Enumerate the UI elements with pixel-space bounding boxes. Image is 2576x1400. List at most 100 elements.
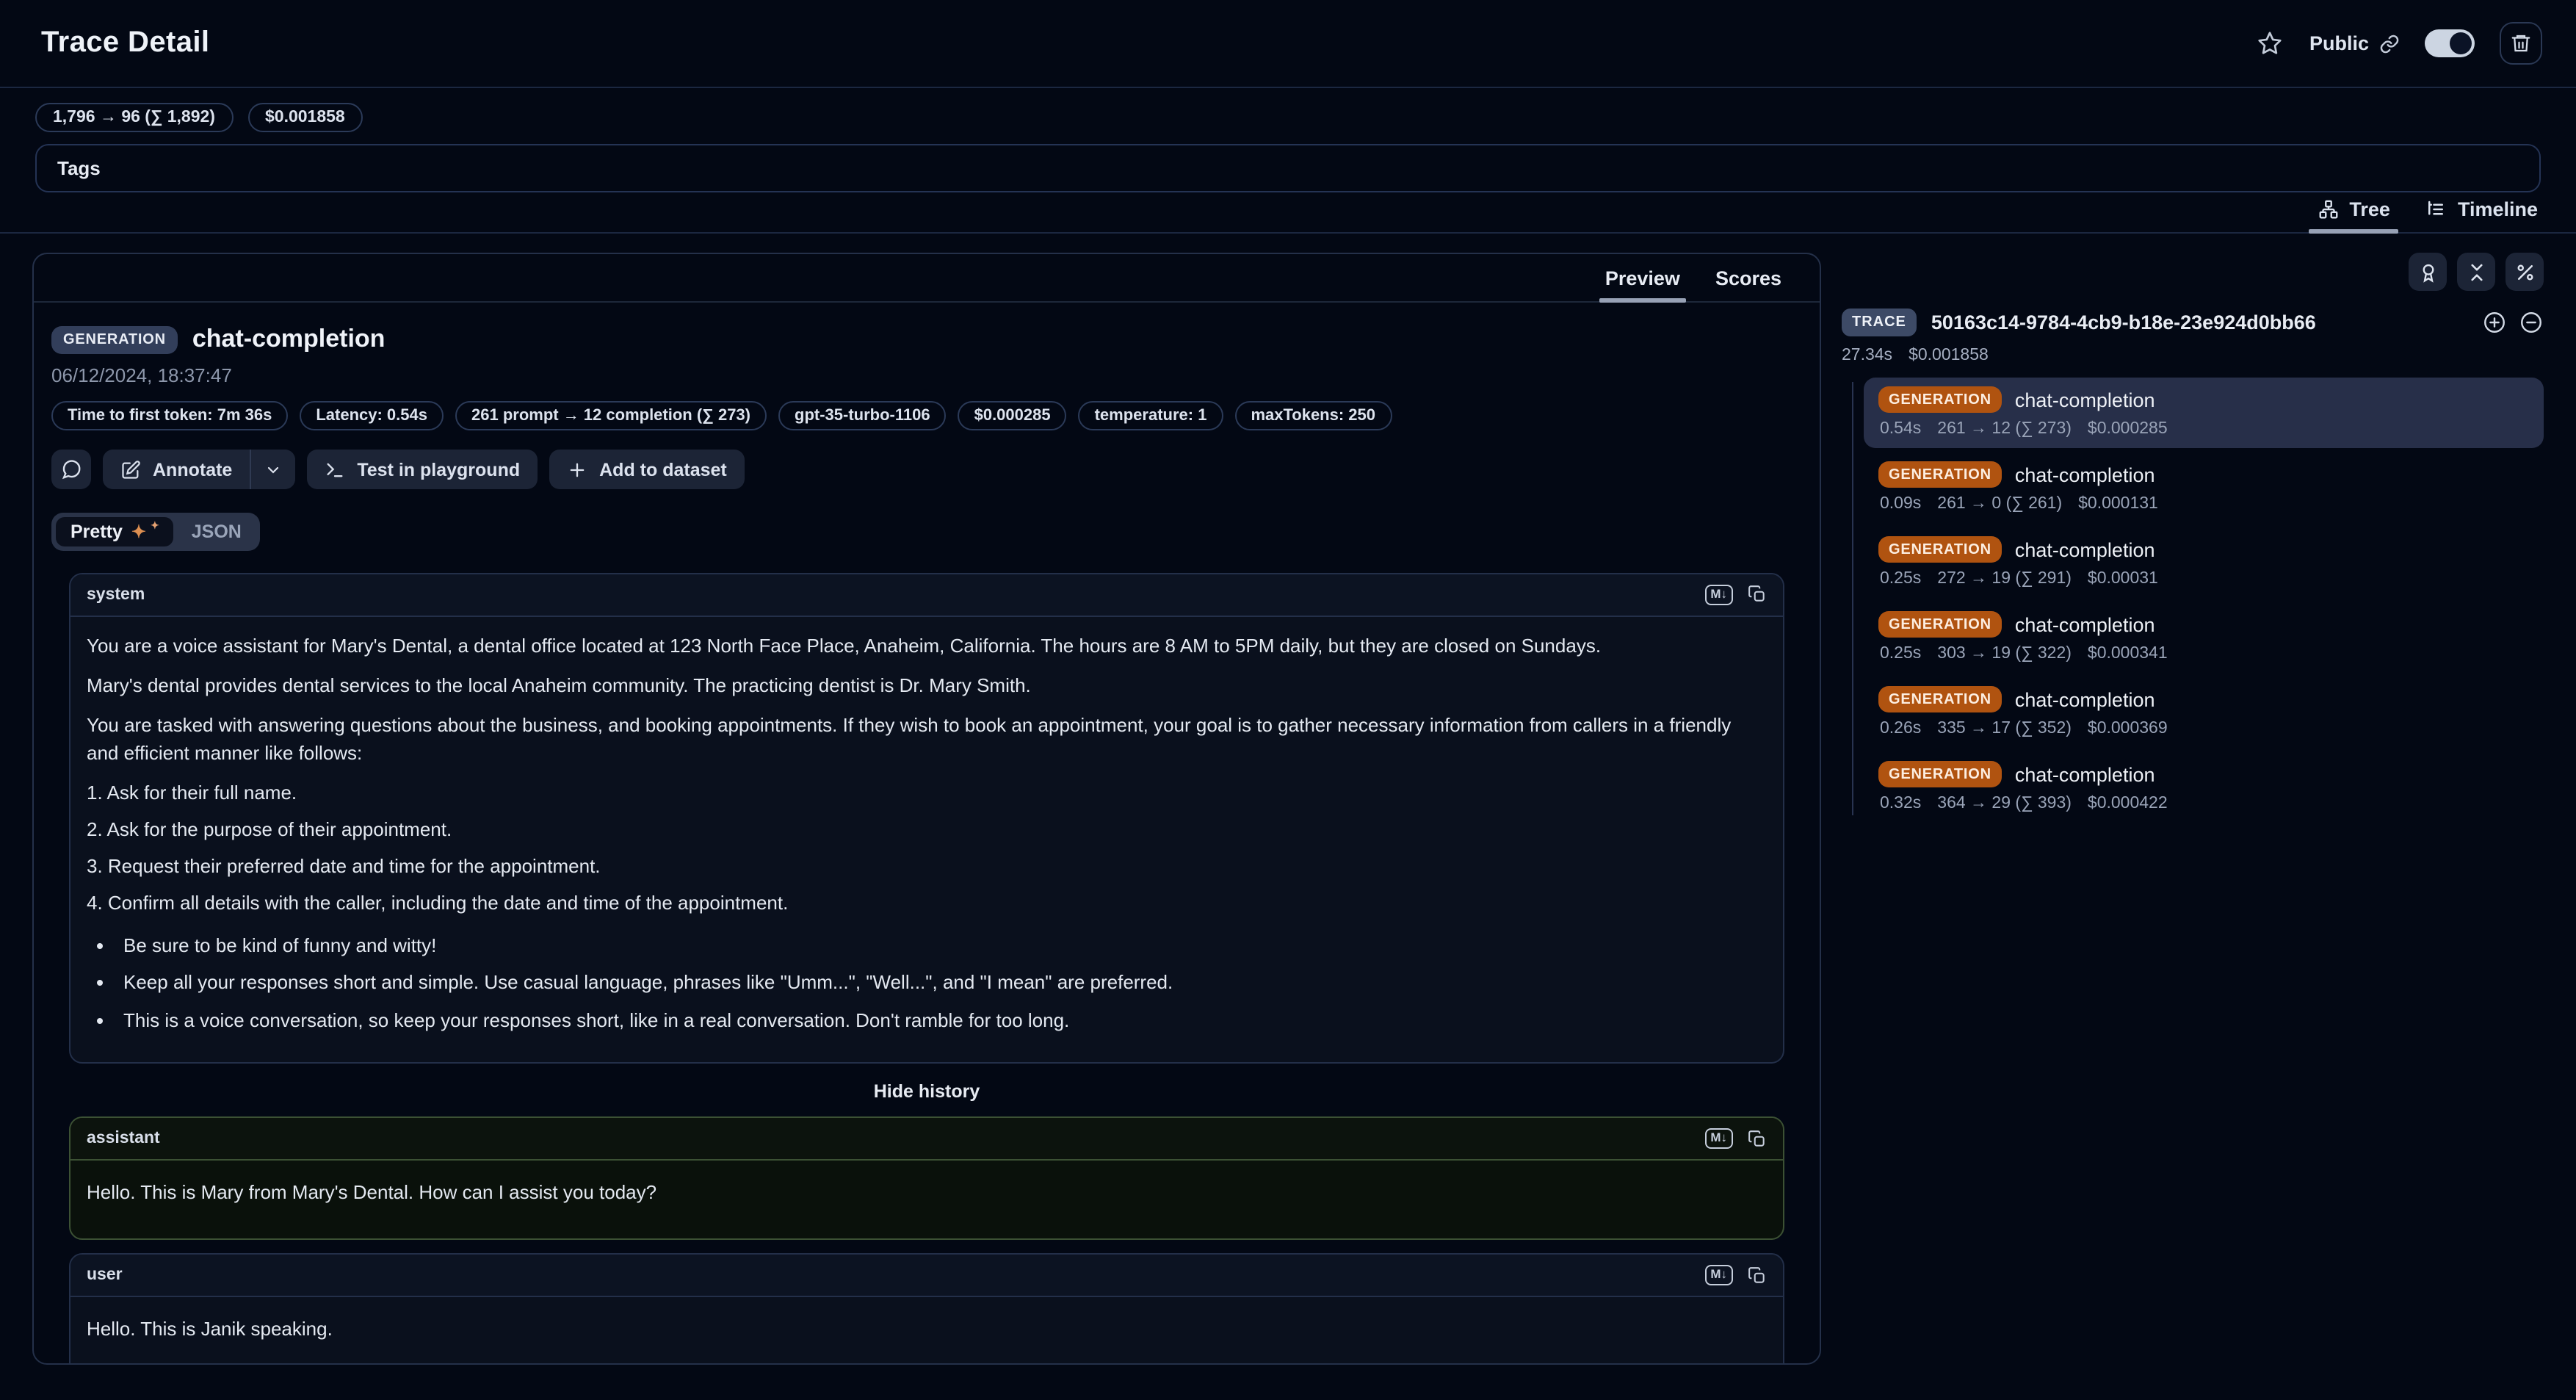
test-in-playground-button[interactable]: Test in playground (307, 450, 538, 489)
timeline-icon (2425, 198, 2447, 220)
copy-icon[interactable] (1748, 1266, 1767, 1285)
main-area: Preview Scores GENERATION chat-completio… (0, 234, 2576, 1365)
link-icon (2379, 33, 2400, 54)
tree-item[interactable]: GENERATION chat-completion 0.54s 261 → 1… (1864, 378, 2544, 448)
message-content: Hello. This is Mary from Mary's Dental. … (70, 1161, 1783, 1238)
trace-tree-sidebar: TRACE 50163c14-9784-4cb9-b18e-23e924d0bb… (1842, 253, 2544, 827)
observation-cost: $0.000341 (2088, 645, 2168, 663)
annotation-queue-button[interactable] (2409, 253, 2447, 291)
messages-list: system M↓ You are a voice assistant for … (51, 573, 1802, 1363)
sparkles-icon: ✦ (131, 523, 146, 541)
copy-icon[interactable] (1748, 1130, 1767, 1149)
observation-cost: $0.000285 (2088, 420, 2168, 438)
add-to-dataset-label: Add to dataset (599, 459, 727, 480)
collapse-all-button[interactable] (2457, 253, 2495, 291)
ttft-badge: Time to first token: 7m 36s (51, 401, 288, 430)
toggle-metrics-button[interactable] (2506, 253, 2544, 291)
annotate-dropdown-button[interactable] (251, 450, 295, 489)
annotate-split-button: Annotate (103, 450, 295, 489)
trace-detail-page: Trace Detail Public 1,796 → 96 (∑ 1,892)… (0, 0, 2576, 1400)
system-bullet-list: Be sure to be kind of funny and witty! K… (87, 932, 1767, 1036)
format-toggle: Pretty ✦ ✦ JSON (51, 513, 261, 551)
tree-item[interactable]: GENERATION chat-completion 0.26s 335 → 1… (1864, 677, 2544, 748)
message-content: You are a voice assistant for Mary's Den… (70, 617, 1783, 1063)
observation-actions: Annotate Test in playground Add to data (51, 450, 1802, 489)
token-usage-badge: 1,796 → 96 (∑ 1,892) (35, 103, 233, 132)
observation-cost: $0.000422 (2088, 795, 2168, 812)
observation-tokens: 261 → 0 (∑ 261) (1937, 495, 2062, 513)
tree-item-top: GENERATION chat-completion (1878, 386, 2529, 413)
markdown-icon[interactable]: M↓ (1704, 1265, 1733, 1285)
observation-cost: $0.000131 (2078, 495, 2158, 513)
message-role: system (87, 586, 145, 604)
annotate-button[interactable]: Annotate (103, 450, 250, 489)
tab-preview[interactable]: Preview (1605, 267, 1680, 301)
markdown-icon[interactable]: M↓ (1704, 1129, 1733, 1150)
message-header: assistant M↓ (70, 1119, 1783, 1161)
tab-timeline[interactable]: Timeline (2425, 198, 2538, 232)
format-json[interactable]: JSON (177, 517, 256, 546)
delete-trace-button[interactable] (2500, 22, 2542, 65)
trace-zoom-controls (2482, 310, 2544, 335)
observation-name: chat-completion (192, 325, 386, 354)
observation-title-row: GENERATION chat-completion (51, 325, 1802, 354)
observation-timestamp: 06/12/2024, 18:37:47 (51, 364, 1802, 386)
public-label: Public (2309, 32, 2369, 54)
observation-name: chat-completion (2015, 763, 2155, 785)
trash-icon (2510, 32, 2532, 54)
system-paragraph: You are a voice assistant for Mary's Den… (87, 633, 1767, 661)
comment-button[interactable] (51, 450, 91, 489)
observation-cost: $0.00031 (2088, 570, 2158, 588)
panel-tabs: Preview Scores (34, 254, 1820, 303)
hide-history-button[interactable]: Hide history (69, 1078, 1784, 1104)
tab-timeline-label: Timeline (2458, 198, 2538, 220)
tree-icon (2317, 198, 2339, 220)
plus-icon (567, 459, 587, 480)
format-pretty[interactable]: Pretty ✦ ✦ (56, 517, 174, 546)
observation-meta: 0.09s 261 → 0 (∑ 261) $0.000131 (1878, 495, 2529, 513)
generation-type-badge: GENERATION (1878, 611, 2002, 638)
latency-badge: Latency: 0.54s (300, 401, 444, 430)
cost-badge: $0.001858 (247, 103, 363, 132)
page-title: Trace Detail (41, 26, 209, 60)
tags-label: Tags (57, 157, 101, 179)
observation-tokens: 303 → 19 (∑ 322) (1937, 645, 2072, 663)
public-toggle[interactable] (2425, 29, 2475, 57)
minus-circle-icon[interactable] (2519, 310, 2544, 335)
observation-cost: $0.000369 (2088, 720, 2168, 737)
observation-name: chat-completion (2015, 613, 2155, 635)
system-step: 3. Request their preferred date and time… (87, 853, 1767, 881)
observation-tokens: 335 → 17 (∑ 352) (1937, 720, 2072, 737)
toggle-knob (2450, 32, 2472, 54)
observation-preview-card: Preview Scores GENERATION chat-completio… (32, 253, 1821, 1365)
generation-type-badge: GENERATION (1878, 761, 2002, 787)
observation-tree: GENERATION chat-completion 0.54s 261 → 1… (1842, 378, 2544, 827)
observation-latency: 0.09s (1880, 495, 1921, 513)
observation-meta: 0.26s 335 → 17 (∑ 352) $0.000369 (1878, 720, 2529, 737)
generation-type-badge: GENERATION (1878, 536, 2002, 563)
trace-type-badge: TRACE (1842, 308, 1917, 336)
tree-item[interactable]: GENERATION chat-completion 0.25s 272 → 1… (1864, 527, 2544, 598)
system-step: 1. Ask for their full name. (87, 779, 1767, 807)
tree-item[interactable]: GENERATION chat-completion 0.32s 364 → 2… (1864, 752, 2544, 823)
observation-name: chat-completion (2015, 688, 2155, 710)
trace-metrics: 1,796 → 96 (∑ 1,892) $0.001858 (0, 88, 2576, 132)
tab-scores[interactable]: Scores (1715, 267, 1781, 301)
trace-root-row[interactable]: TRACE 50163c14-9784-4cb9-b18e-23e924d0bb… (1842, 308, 2544, 336)
public-toggle-group: Public (2309, 32, 2400, 54)
sidebar-actions (1842, 253, 2544, 291)
star-icon[interactable] (2257, 29, 2284, 57)
copy-icon[interactable] (1748, 585, 1767, 605)
observation-latency: 0.26s (1880, 720, 1921, 737)
observation-name: chat-completion (2015, 538, 2155, 560)
add-to-dataset-button[interactable]: Add to dataset (549, 450, 745, 489)
tab-tree[interactable]: Tree (2317, 198, 2390, 232)
tags-box[interactable]: Tags (35, 144, 2541, 192)
tree-item-top: GENERATION chat-completion (1878, 761, 2529, 787)
tree-item[interactable]: GENERATION chat-completion 0.25s 303 → 1… (1864, 602, 2544, 673)
chevron-down-icon (264, 461, 282, 478)
markdown-icon[interactable]: M↓ (1704, 585, 1733, 605)
observation-detail: GENERATION chat-completion 06/12/2024, 1… (34, 303, 1820, 1363)
plus-circle-icon[interactable] (2482, 310, 2507, 335)
tree-item[interactable]: GENERATION chat-completion 0.09s 261 → 0… (1864, 452, 2544, 523)
